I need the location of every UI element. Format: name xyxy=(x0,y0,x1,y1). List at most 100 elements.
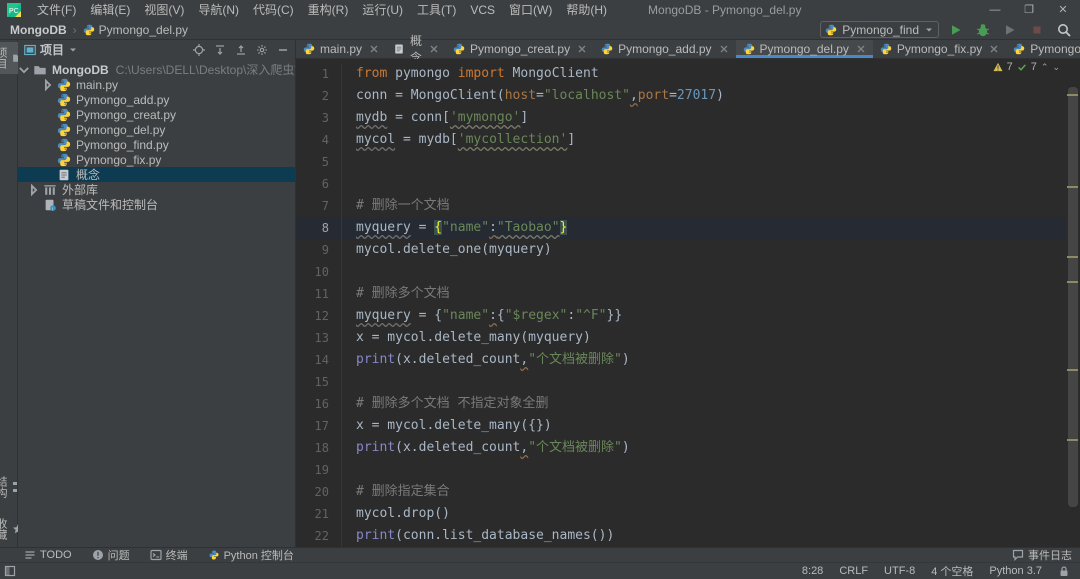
code-line-14[interactable]: 14 print(x.deleted_count,"个文档被删除") xyxy=(296,349,1066,371)
search-everywhere-button[interactable] xyxy=(1054,21,1074,39)
code-line-22[interactable]: 22 print(conn.list_database_names()) xyxy=(296,525,1066,547)
locate-file-icon[interactable] xyxy=(193,43,205,56)
line-number[interactable]: 19 xyxy=(296,459,342,481)
scrollbar-warning-mark[interactable] xyxy=(1067,281,1078,283)
code-line-1[interactable]: 1 from pymongo import MongoClient xyxy=(296,63,1066,85)
tree-item-Pymongo_add.py[interactable]: Pymongo_add.py xyxy=(18,92,295,107)
tree-item-概念[interactable]: 概念 xyxy=(18,167,295,182)
tree-item-外部库[interactable]: 外部库 xyxy=(18,182,295,197)
line-number[interactable]: 21 xyxy=(296,503,342,525)
menu-item[interactable]: 代码(C) xyxy=(246,0,301,20)
run-configuration-select[interactable]: Pymongo_find xyxy=(820,21,939,38)
line-number[interactable]: 11 xyxy=(296,283,342,305)
editor-tab-main.py[interactable]: main.py xyxy=(296,40,386,58)
line-number[interactable]: 4 xyxy=(296,129,342,151)
python-interpreter[interactable]: Python 3.7 xyxy=(989,565,1042,577)
code-line-5[interactable]: 5 xyxy=(296,151,1066,173)
code-line-12[interactable]: 12 myquery = {"name":{"$regex":"^F"}} xyxy=(296,305,1066,327)
minimize-button[interactable]: — xyxy=(978,0,1012,20)
scrollbar-thumb[interactable] xyxy=(1068,87,1078,507)
menu-item[interactable]: 导航(N) xyxy=(191,0,246,20)
debug-button[interactable] xyxy=(973,21,993,39)
tree-item-Pymongo_fix.py[interactable]: Pymongo_fix.py xyxy=(18,152,295,167)
code-editor[interactable]: 1 from pymongo import MongoClient 2 conn = … xyxy=(296,59,1080,547)
scrollbar-warning-mark[interactable] xyxy=(1067,186,1078,188)
event-log-button[interactable]: 事件日志 xyxy=(1012,547,1072,563)
tree-item-草稿文件和控制台[interactable]: ! 草稿文件和控制台 xyxy=(18,197,295,212)
line-number[interactable]: 15 xyxy=(296,371,342,393)
line-number[interactable]: 13 xyxy=(296,327,342,349)
line-number[interactable]: 9 xyxy=(296,239,342,261)
code-line-3[interactable]: 3 mydb = conn['mymongo'] xyxy=(296,107,1066,129)
menu-item[interactable]: 视图(V) xyxy=(137,0,191,20)
tab-close-icon[interactable] xyxy=(719,44,729,54)
scrollbar-warning-mark[interactable] xyxy=(1067,94,1078,96)
code-line-19[interactable]: 19 xyxy=(296,459,1066,481)
code-line-15[interactable]: 15 xyxy=(296,371,1066,393)
line-number[interactable]: 20 xyxy=(296,481,342,503)
tree-item-Pymongo_del.py[interactable]: Pymongo_del.py xyxy=(18,122,295,137)
tree-expand-toggle[interactable] xyxy=(30,183,43,197)
line-separator[interactable]: CRLF xyxy=(839,565,868,577)
menu-item[interactable]: 工具(T) xyxy=(410,0,463,20)
maximize-button[interactable]: ❐ xyxy=(1012,0,1046,20)
editor-tab-Pymongo_creat.py[interactable]: Pymongo_creat.py xyxy=(446,40,594,58)
scrollbar-warning-mark[interactable] xyxy=(1067,256,1078,258)
line-number[interactable]: 5 xyxy=(296,151,342,173)
code-line-2[interactable]: 2 conn = MongoClient(host="localhost",por… xyxy=(296,85,1066,107)
stop-button[interactable] xyxy=(1027,21,1047,39)
prev-problem-icon[interactable]: ⌃ xyxy=(1041,62,1049,73)
scrollbar-warning-mark[interactable] xyxy=(1067,369,1078,371)
editor-tab-Pymongo_add.py[interactable]: Pymongo_add.py xyxy=(594,40,735,58)
line-number[interactable]: 18 xyxy=(296,437,342,459)
editor-tab-Pymongo_fix.py[interactable]: Pymongo_fix.py xyxy=(873,40,1006,58)
line-number[interactable]: 17 xyxy=(296,415,342,437)
tool-window-button-Python 控制台[interactable]: Python 控制台 xyxy=(208,547,294,563)
line-number[interactable]: 1 xyxy=(296,63,342,85)
run-button[interactable] xyxy=(946,21,966,39)
line-number[interactable]: 10 xyxy=(296,261,342,283)
tool-window-button-终端[interactable]: 终端 xyxy=(149,547,188,563)
code-line-11[interactable]: 11 # 删除多个文档 xyxy=(296,283,1066,305)
tab-close-icon[interactable] xyxy=(989,44,999,54)
code-line-6[interactable]: 6 xyxy=(296,173,1066,195)
menu-item[interactable]: 编辑(E) xyxy=(83,0,137,20)
line-number[interactable]: 16 xyxy=(296,393,342,415)
line-number[interactable]: 2 xyxy=(296,85,342,107)
editor-tab-Pymongo_del.py[interactable]: Pymongo_del.py xyxy=(735,40,873,58)
breadcrumb-root[interactable]: MongoDB xyxy=(10,23,67,37)
editor-tab-Pymongo_find.py[interactable]: Pymongo_find.py xyxy=(1006,40,1080,58)
line-number[interactable]: 3 xyxy=(296,107,342,129)
code-line-20[interactable]: 20 # 删除指定集合 xyxy=(296,481,1066,503)
editor-tab-概念[interactable]: 概念 xyxy=(386,34,446,65)
next-problem-icon[interactable]: ⌄ xyxy=(1052,62,1060,73)
code-line-18[interactable]: 18 print(x.deleted_count,"个文档被删除") xyxy=(296,437,1066,459)
code-line-4[interactable]: 4 mycol = mydb['mycollection'] xyxy=(296,129,1066,151)
tool-window-button-问题[interactable]: 问题 xyxy=(92,547,130,563)
file-encoding[interactable]: UTF-8 xyxy=(884,565,915,577)
caret-position[interactable]: 8:28 xyxy=(802,565,823,577)
tool-window-button-TODO[interactable]: TODO xyxy=(24,549,72,561)
line-number[interactable]: 12 xyxy=(296,305,342,327)
code-line-7[interactable]: 7 # 删除一个文档 xyxy=(296,195,1066,217)
lock-icon[interactable] xyxy=(1058,565,1070,577)
code-line-21[interactable]: 21 mycol.drop() xyxy=(296,503,1066,525)
menu-item[interactable]: 重构(R) xyxy=(301,0,356,20)
code-line-13[interactable]: 13 x = mycol.delete_many(myquery) xyxy=(296,327,1066,349)
inspections-widget[interactable]: 7 7 ⌃ ⌄ xyxy=(993,61,1060,73)
line-number[interactable]: 7 xyxy=(296,195,342,217)
tree-item-main.py[interactable]: main.py xyxy=(18,77,295,92)
tree-item-Pymongo_creat.py[interactable]: Pymongo_creat.py xyxy=(18,107,295,122)
expand-all-icon[interactable] xyxy=(214,44,226,56)
indent-style[interactable]: 4 个空格 xyxy=(931,563,973,579)
hide-panel-icon[interactable] xyxy=(277,44,289,56)
line-number[interactable]: 14 xyxy=(296,349,342,371)
menu-item[interactable]: 窗口(W) xyxy=(502,0,559,20)
tab-close-icon[interactable] xyxy=(369,44,379,54)
tree-item-MongoDB[interactable]: MongoDB C:\Users\DELL\Desktop\深入爬虫\爬虫\Mon… xyxy=(18,62,295,77)
tab-close-icon[interactable] xyxy=(429,44,439,54)
tree-expand-toggle[interactable] xyxy=(19,63,33,77)
profiler-button[interactable] xyxy=(1000,21,1020,39)
tab-close-icon[interactable] xyxy=(577,44,587,54)
menu-item[interactable]: VCS xyxy=(463,0,502,20)
